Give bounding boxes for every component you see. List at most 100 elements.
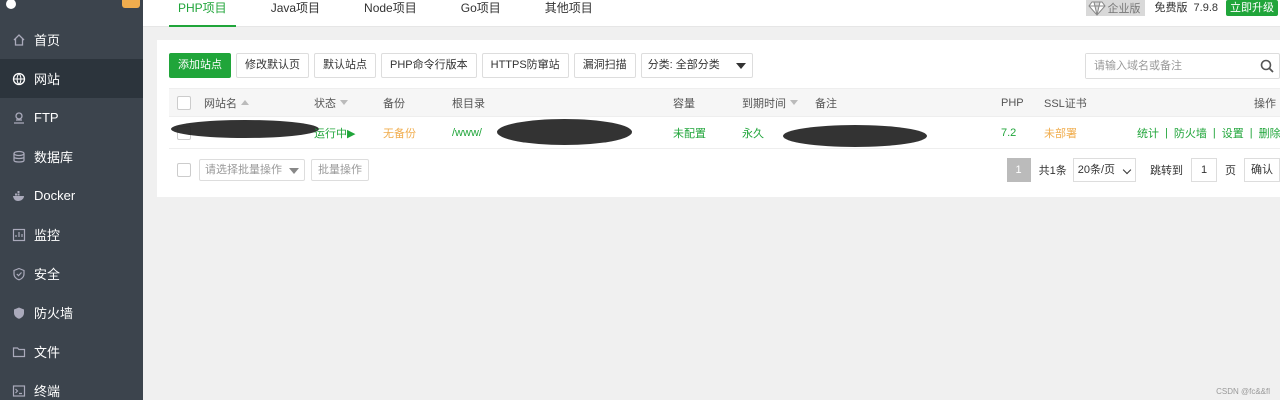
footer-select-all-checkbox[interactable] (177, 163, 191, 177)
sort-up-icon (241, 100, 249, 105)
edit-default-page-button[interactable]: 修改默认页 (236, 53, 309, 78)
add-site-button[interactable]: 添加站点 (169, 53, 231, 78)
row-actions: 统计 | 防火墙 | 设置 | 删除 (1137, 117, 1280, 148)
php-version-value[interactable]: 7.2 (1001, 117, 1016, 148)
page-size-value: 20条/页 (1077, 164, 1115, 176)
separator: | (1165, 126, 1168, 139)
batch-select-placeholder: 请选择批量操作 (205, 164, 282, 176)
stats-link[interactable]: 统计 (1137, 125, 1159, 141)
tab-node[interactable]: Node项目 (349, 0, 432, 27)
sidebar-item-label: 防火墙 (34, 306, 74, 321)
caret-down-icon (289, 168, 299, 174)
col-expire[interactable]: 到期时间 (742, 89, 798, 116)
select-all-checkbox[interactable] (177, 95, 191, 110)
sidebar-item-label: 文件 (34, 345, 61, 360)
col-quota: 容量 (673, 97, 695, 110)
page-unit-label: 页 (1225, 165, 1236, 177)
sidebar-item-label: 网站 (34, 72, 61, 87)
sidebar-item-label: FTP (34, 110, 59, 125)
sidebar-item-website[interactable]: 网站 (0, 59, 143, 98)
redacted-site-name (171, 120, 319, 138)
col-name-label: 网站名 (204, 97, 237, 110)
sidebar-item-docker[interactable]: Docker (0, 176, 143, 215)
page-current[interactable]: 1 (1006, 158, 1031, 182)
jump-page-input[interactable]: 1 (1191, 158, 1217, 182)
batch-operation-button[interactable]: 批量操作 (311, 159, 369, 181)
col-backup: 备份 (383, 97, 405, 110)
redacted-root-path (497, 119, 632, 145)
top-bar: PHP项目 Java项目 Node项目 Go项目 其他项目 企业版 免费版 7.… (143, 0, 1280, 27)
php-cli-button[interactable]: PHP命令行版本 (381, 53, 477, 78)
header-right: 企业版 免费版 7.9.8 立即升级 (1085, 0, 1278, 16)
col-status[interactable]: 状态 (314, 89, 348, 116)
enterprise-badge[interactable]: 企业版 (1085, 0, 1145, 16)
upgrade-button[interactable]: 立即升级 (1226, 0, 1278, 16)
sidebar-item-label: 首页 (34, 33, 61, 48)
col-php: PHP (1001, 96, 1024, 109)
chevron-down-icon (1122, 165, 1132, 175)
diamond-icon (1087, 1, 1106, 16)
col-expire-label: 到期时间 (742, 97, 786, 110)
sidebar-item-ftp[interactable]: FTP (0, 98, 143, 137)
redacted-remark (783, 125, 927, 147)
expire-value[interactable]: 永久 (742, 117, 764, 148)
sidebar-item-monitor[interactable]: 监控 (0, 215, 143, 254)
notification-badge[interactable] (122, 0, 140, 8)
separator: | (1212, 126, 1216, 139)
category-select[interactable]: 分类: 全部分类 (640, 53, 753, 78)
sidebar-item-label: Docker (34, 188, 76, 203)
version-label: 7.9.8 (1193, 2, 1218, 14)
tab-go[interactable]: Go项目 (446, 0, 516, 27)
vuln-scan-button[interactable]: 漏洞扫描 (573, 53, 636, 78)
edition-label: 免费版 (1154, 2, 1188, 14)
sidebar-item-label: 数据库 (34, 150, 74, 165)
page-size-select[interactable]: 20条/页 (1072, 158, 1136, 182)
tab-other[interactable]: 其他项目 (530, 0, 608, 27)
docker-icon (12, 189, 26, 203)
sidebar-brand (0, 0, 143, 20)
sidebar-item-database[interactable]: 数据库 (0, 137, 143, 176)
logo-icon (6, 0, 16, 9)
project-tabs: PHP项目 Java项目 Node项目 Go项目 其他项目 (163, 0, 622, 27)
folder-icon (12, 345, 26, 359)
col-remark: 备注 (815, 97, 837, 110)
caret-down-icon (735, 63, 746, 69)
col-name[interactable]: 网站名 (204, 89, 249, 116)
sidebar-item-files[interactable]: 文件 (0, 332, 143, 371)
quota-value[interactable]: 未配置 (673, 117, 706, 148)
monitor-icon (12, 228, 26, 242)
col-root: 根目录 (452, 97, 485, 110)
search-box (1085, 53, 1280, 79)
tab-java[interactable]: Java项目 (256, 0, 335, 27)
ftp-icon (12, 111, 26, 125)
search-icon[interactable] (1259, 58, 1275, 74)
batch-operation-select[interactable]: 请选择批量操作 (199, 159, 305, 181)
category-value: 分类: 全部分类 (647, 59, 720, 71)
home-icon (12, 33, 26, 47)
shield-icon (12, 267, 26, 281)
firewall-link[interactable]: 防火墙 (1174, 125, 1207, 141)
https-firewall-button[interactable]: HTTPS防窜站 (481, 53, 569, 78)
select-all-checkbox-cell (177, 89, 191, 116)
jump-confirm-button[interactable]: 确认 (1244, 158, 1280, 182)
search-input[interactable] (1086, 54, 1246, 78)
sidebar-item-home[interactable]: 首页 (0, 20, 143, 59)
root-path-link[interactable]: /www/ (452, 117, 482, 148)
backup-value[interactable]: 无备份 (383, 117, 416, 148)
sidebar-item-label: 安全 (34, 267, 61, 282)
toolbar: 添加站点 修改默认页 默认站点 PHP命令行版本 HTTPS防窜站 漏洞扫描 分… (169, 53, 753, 79)
enterprise-label: 企业版 (1107, 3, 1141, 15)
settings-link[interactable]: 设置 (1222, 125, 1244, 141)
table-header: 网站名 状态 备份 根目录 容量 到期时间 备注 PHP SSL证书 操作 (169, 88, 1280, 117)
sidebar-item-security[interactable]: 安全 (0, 254, 143, 293)
status-running[interactable]: 运行中▶ (314, 117, 355, 148)
default-site-button[interactable]: 默认站点 (314, 53, 376, 78)
tab-php[interactable]: PHP项目 (163, 0, 242, 27)
delete-link[interactable]: 删除 (1259, 125, 1280, 141)
sidebar-item-terminal[interactable]: 终端 (0, 371, 143, 400)
sidebar-item-label: 终端 (34, 384, 61, 399)
ssl-status-value[interactable]: 未部署 (1044, 117, 1077, 148)
total-count: 共1条 (1038, 165, 1067, 177)
sidebar-item-firewall[interactable]: 防火墙 (0, 293, 143, 332)
site-panel: 添加站点 修改默认页 默认站点 PHP命令行版本 HTTPS防窜站 漏洞扫描 分… (157, 40, 1280, 197)
